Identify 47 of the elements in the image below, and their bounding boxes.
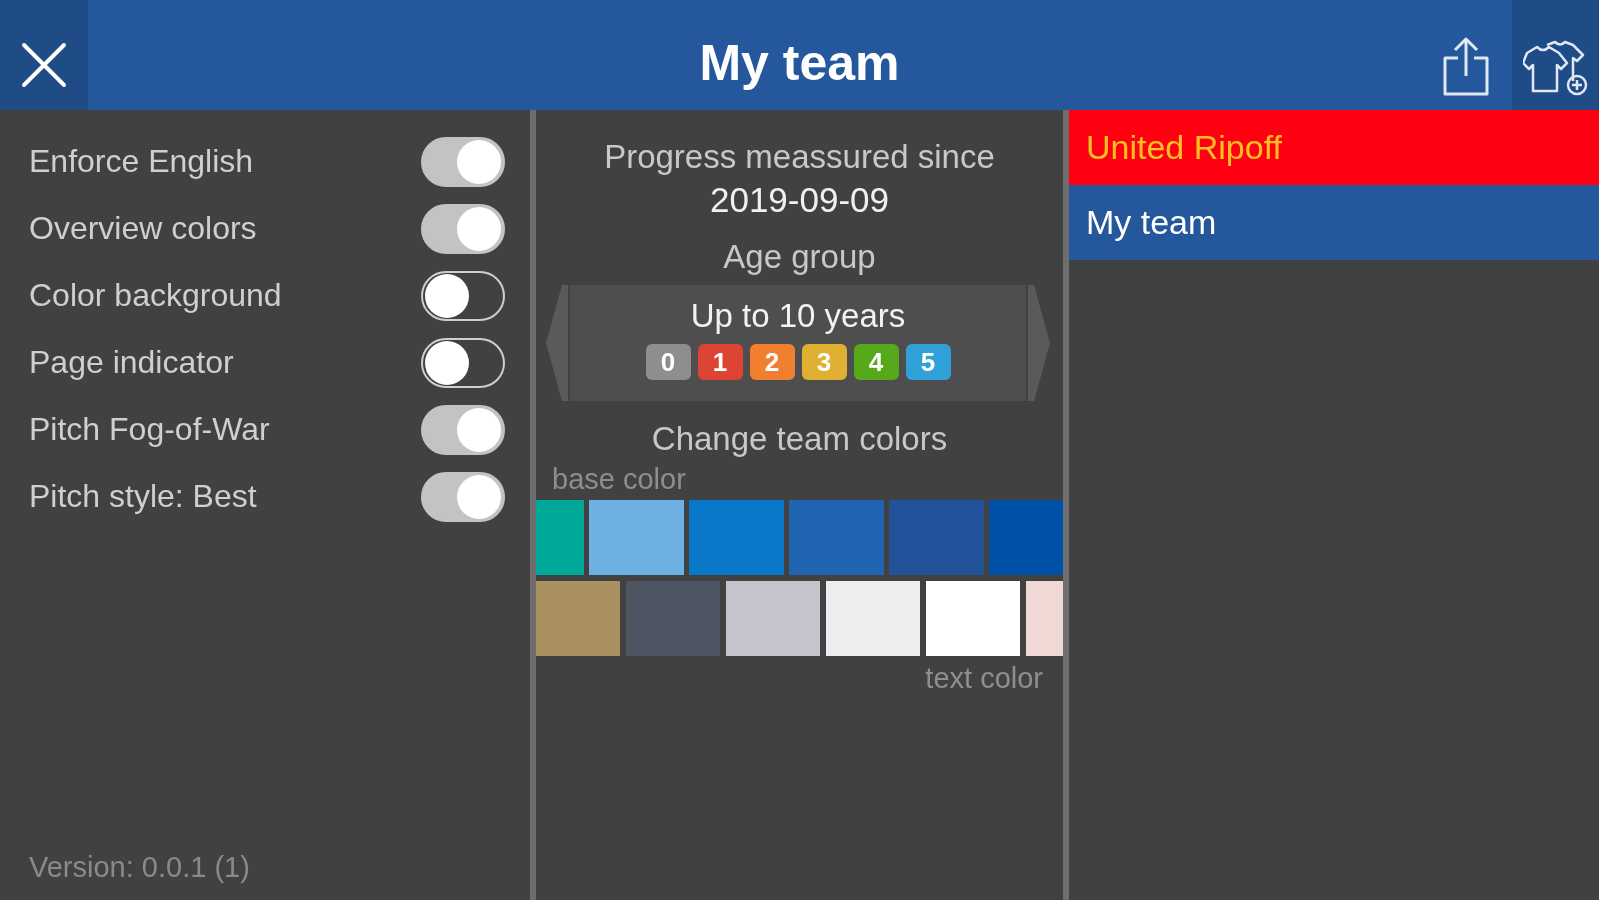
share-icon: [1442, 36, 1490, 96]
jersey-icon: [1522, 39, 1589, 97]
version-text: Version: 0.0.1 (1): [29, 851, 250, 884]
toggle-switch[interactable]: [421, 337, 505, 388]
color-swatch[interactable]: [826, 581, 920, 656]
progress-date: 2019-09-09: [709, 180, 889, 220]
team-row[interactable]: My team: [1069, 185, 1599, 260]
color-swatch[interactable]: [589, 500, 684, 575]
level-badge: 1: [697, 344, 743, 380]
level-badge: 2: [749, 344, 795, 380]
team-name: My team: [1086, 203, 1217, 242]
team-name: United Ripoff: [1086, 128, 1282, 167]
close-icon: [21, 42, 67, 88]
color-swatch[interactable]: [789, 500, 884, 575]
level-badge: 4: [853, 344, 899, 380]
age-group-label: Age group: [723, 237, 876, 277]
color-swatch[interactable]: [926, 581, 1020, 656]
setting-label: Pitch Fog-of-War: [29, 411, 270, 448]
setting-label: Color background: [29, 277, 282, 314]
setting-label: Enforce English: [29, 143, 254, 180]
close-button[interactable]: [0, 0, 88, 110]
setting-label: Pitch style: Best: [29, 478, 257, 515]
jersey-button[interactable]: [1512, 0, 1599, 110]
left-arrow-icon[interactable]: [544, 285, 568, 401]
toggle-switch[interactable]: [421, 203, 505, 254]
color-swatch[interactable]: [626, 581, 720, 656]
toggle-switch[interactable]: [421, 471, 505, 522]
level-badge: 0: [645, 344, 691, 380]
level-badge: 5: [905, 344, 951, 380]
toggle-switch[interactable]: [421, 270, 505, 321]
setting-label: Overview colors: [29, 210, 257, 247]
color-swatch[interactable]: [989, 500, 1063, 575]
right-arrow-icon[interactable]: [1028, 285, 1052, 401]
color-swatch[interactable]: [726, 581, 820, 656]
team-colors-title: Change team colors: [651, 419, 948, 459]
setting-label: Page indicator: [29, 344, 234, 381]
toggle-switch[interactable]: [421, 404, 505, 455]
window-title: My team: [698, 34, 901, 93]
color-swatch[interactable]: [689, 500, 784, 575]
base-color-label: base color: [552, 464, 686, 494]
color-swatch[interactable]: [536, 581, 620, 656]
toggle-switch[interactable]: [421, 136, 505, 187]
level-badge: 3: [801, 344, 847, 380]
progress-label: Progress meassured since: [604, 137, 995, 177]
text-color-label: text color: [925, 663, 1043, 693]
color-swatch[interactable]: [889, 500, 984, 575]
age-group-value: Up to 10 years: [690, 298, 906, 334]
